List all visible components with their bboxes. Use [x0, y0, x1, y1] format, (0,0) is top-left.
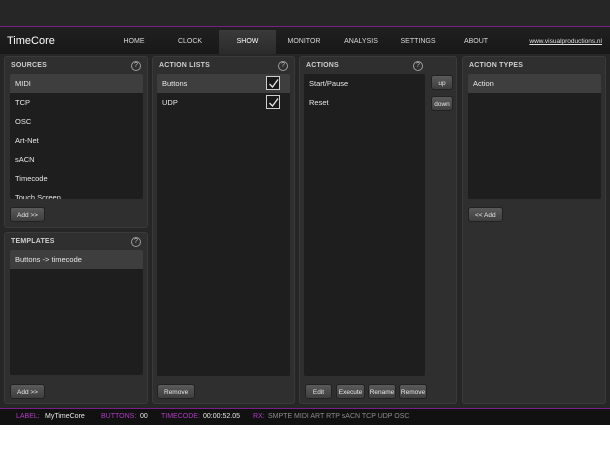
move-down-button[interactable]: down — [431, 96, 453, 111]
action-lists-remove-button[interactable]: Remove — [157, 384, 196, 399]
status-buttons-value: 00 — [140, 413, 148, 420]
status-rx-items: SMPTE MIDI ART RTP sACN TCP UDP OSC — [268, 413, 410, 420]
action-lists-panel: ACTION LISTS ? Buttons UDP Remove — [152, 56, 295, 404]
status-bar: LABEL: MyTimeCore BUTTONS: 00 TIMECODE: … — [0, 408, 610, 425]
action-types-panel: ACTION TYPES Action << Add — [462, 56, 606, 404]
nav-analysis[interactable]: ANALYSIS — [342, 30, 380, 54]
actions-title: ACTIONS — [306, 62, 339, 69]
edit-button[interactable]: Edit — [305, 384, 332, 399]
checkbox-checked-icon[interactable] — [266, 95, 280, 109]
status-timecode-key: TIMECODE: — [161, 413, 200, 420]
brand-title: TimeCore — [7, 35, 55, 47]
action-item-start-pause[interactable]: Start/Pause — [304, 74, 425, 93]
nav-home[interactable]: HOME — [118, 30, 150, 54]
source-item-artnet[interactable]: Art-Net — [10, 131, 143, 150]
actions-remove-button[interactable]: Remove — [399, 384, 427, 399]
sources-title: SOURCES — [11, 62, 48, 69]
templates-panel: TEMPLATES ? Buttons -> timecode Add >> — [4, 232, 148, 404]
status-timecode-value: 00:00:52.05 — [203, 413, 240, 420]
action-lists-title: ACTION LISTS — [159, 62, 211, 69]
nav-show-control[interactable]: SHOW CONTROL — [219, 30, 276, 69]
action-list-item-buttons[interactable]: Buttons — [157, 74, 290, 93]
action-list-label: Buttons — [162, 79, 188, 88]
source-item-sacn[interactable]: sACN — [10, 150, 143, 169]
action-types-add-button[interactable]: << Add — [468, 207, 503, 222]
actions-list: Start/Pause Reset — [304, 74, 425, 376]
rename-button[interactable]: Rename — [368, 384, 396, 399]
action-type-item-action[interactable]: Action — [468, 74, 601, 93]
help-icon[interactable]: ? — [413, 61, 423, 71]
sources-list: MIDI TCP OSC Art-Net sACN Timecode Touch… — [10, 74, 143, 199]
source-item-touch-screen[interactable]: Touch Screen — [10, 188, 143, 199]
action-types-title: ACTION TYPES — [469, 62, 524, 69]
sources-panel: SOURCES ? MIDI TCP OSC Art-Net sACN Time… — [4, 56, 148, 228]
source-item-midi[interactable]: MIDI — [10, 74, 143, 93]
action-item-reset[interactable]: Reset — [304, 93, 425, 112]
nav-monitor[interactable]: MONITOR — [285, 30, 323, 54]
app-window: TimeCore HOME CLOCK SHOW CONTROL MONITOR… — [0, 0, 610, 425]
status-label-key: LABEL: — [16, 413, 40, 420]
nav-clock[interactable]: CLOCK — [174, 30, 206, 54]
move-up-button[interactable]: up — [431, 75, 453, 90]
help-icon[interactable]: ? — [131, 237, 141, 247]
nav-settings[interactable]: SETTINGS — [398, 30, 438, 54]
action-lists-list: Buttons UDP — [157, 74, 290, 376]
source-item-osc[interactable]: OSC — [10, 112, 143, 131]
actions-panel: ACTIONS ? Start/Pause Reset up down Edit… — [299, 56, 457, 404]
template-item-buttons-timecode[interactable]: Buttons -> timecode — [10, 250, 143, 269]
header-bar: TimeCore HOME CLOCK SHOW CONTROL MONITOR… — [0, 27, 610, 69]
checkbox-checked-icon[interactable] — [266, 76, 280, 90]
templates-title: TEMPLATES — [11, 238, 55, 245]
help-icon[interactable]: ? — [278, 61, 288, 71]
status-rx-key: RX: — [253, 413, 265, 420]
templates-add-button[interactable]: Add >> — [10, 384, 45, 399]
templates-list: Buttons -> timecode — [10, 250, 143, 375]
status-buttons-key: BUTTONS: — [101, 413, 137, 420]
status-label-value: MyTimeCore — [45, 413, 85, 420]
action-list-label: UDP — [162, 98, 178, 107]
action-list-item-udp[interactable]: UDP — [157, 93, 290, 112]
sources-add-button[interactable]: Add >> — [10, 207, 45, 222]
nav-about[interactable]: ABOUT — [460, 30, 492, 54]
action-types-list: Action — [468, 74, 601, 199]
source-item-timecode[interactable]: Timecode — [10, 169, 143, 188]
execute-button[interactable]: Execute — [336, 384, 365, 399]
website-link[interactable]: www.visualproductions.nl — [529, 38, 602, 45]
help-icon[interactable]: ? — [131, 61, 141, 71]
source-item-tcp[interactable]: TCP — [10, 93, 143, 112]
